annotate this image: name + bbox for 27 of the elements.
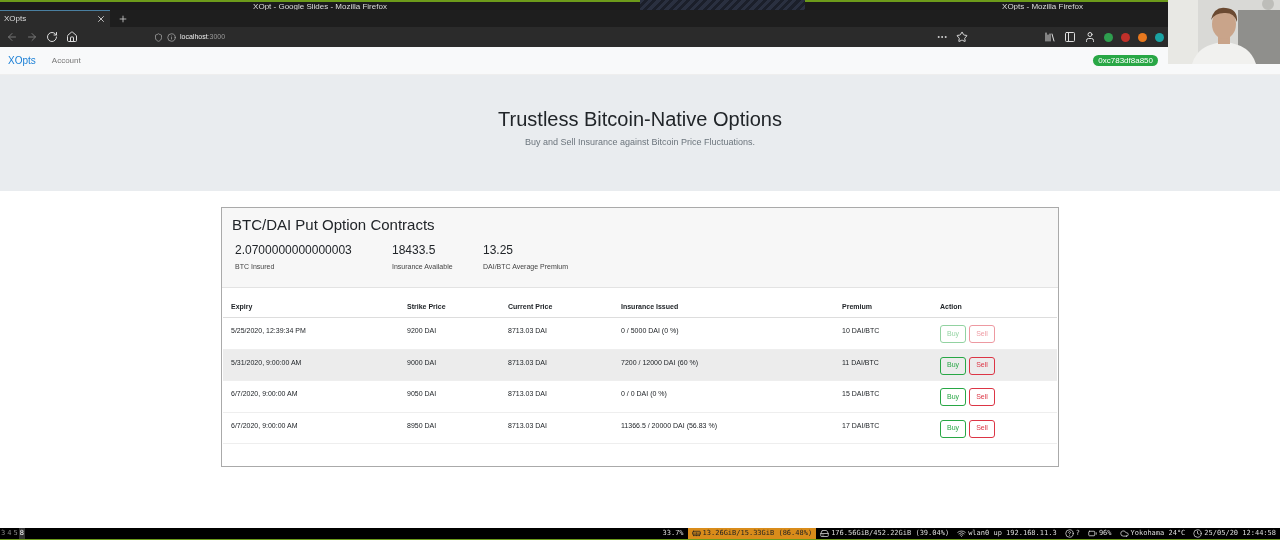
stat-value: 18433.5 bbox=[392, 241, 437, 259]
info-icon bbox=[167, 32, 176, 42]
sidebar-icon[interactable] bbox=[1064, 31, 1076, 43]
help-icon bbox=[1064, 529, 1074, 538]
reload-icon[interactable] bbox=[46, 31, 58, 43]
stat-value: 2.0700000000000003 bbox=[235, 241, 353, 259]
new-tab-icon[interactable] bbox=[118, 13, 128, 24]
wifi-icon bbox=[957, 529, 967, 538]
shield-icon bbox=[154, 32, 163, 42]
cloud-icon bbox=[1119, 529, 1129, 538]
bookmark-star-icon[interactable] bbox=[956, 31, 968, 43]
brand-link[interactable]: XOpts bbox=[8, 53, 36, 68]
battery-icon bbox=[1087, 529, 1097, 538]
library-icon[interactable] bbox=[1044, 31, 1056, 43]
home-icon[interactable] bbox=[66, 31, 78, 43]
browser-tab[interactable]: XOpts bbox=[0, 10, 110, 27]
window-title: XOpts - Mozilla Firefox bbox=[1002, 2, 1083, 10]
stat-value: 13.25 bbox=[483, 241, 515, 259]
hero-title: Trustless Bitcoin-Native Options bbox=[498, 107, 782, 132]
clock-icon bbox=[1193, 529, 1203, 538]
hero-subtitle: Buy and Sell Insurance against Bitcoin Price Fluctuations. bbox=[524, 136, 756, 149]
wallet-badge: 0xc783df8a850 bbox=[1093, 55, 1158, 66]
nav-link[interactable]: Account bbox=[51, 54, 81, 67]
close-icon[interactable] bbox=[96, 14, 106, 24]
memory-icon bbox=[691, 529, 701, 538]
card-title: BTC/DAI Put Option Contracts bbox=[232, 215, 436, 235]
account-icon[interactable] bbox=[1084, 31, 1096, 43]
